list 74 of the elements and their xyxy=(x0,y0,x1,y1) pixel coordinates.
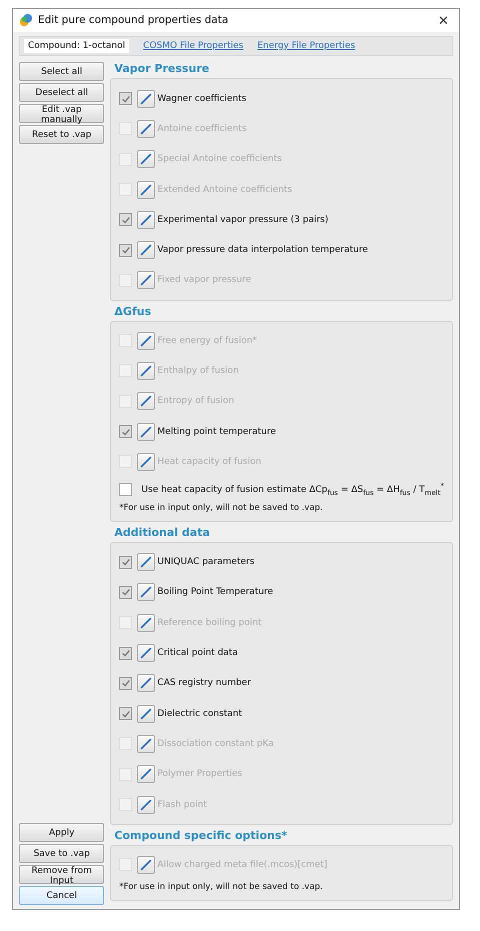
option-label: Dissociation constant pKa xyxy=(157,738,274,749)
compound-label: Compound: 1-octanol xyxy=(24,39,130,54)
option-label: Vapor pressure data interpolation temperature xyxy=(157,245,368,256)
side-button[interactable]: Remove from Input xyxy=(19,865,104,884)
section-title: Compound specific options* xyxy=(113,828,288,844)
side-button[interactable]: Edit .vap manually xyxy=(19,104,104,124)
edit-button[interactable] xyxy=(137,796,156,814)
checkbox[interactable] xyxy=(119,676,132,690)
checkbox[interactable] xyxy=(119,425,132,438)
option-label: Extended Antoine coefficients xyxy=(157,184,292,194)
checkbox[interactable] xyxy=(119,646,132,660)
edit-button[interactable] xyxy=(137,392,156,410)
edit-button[interactable] xyxy=(137,734,156,753)
option-label: Critical point data xyxy=(157,648,238,658)
option-label: Melting point temperature xyxy=(157,426,276,437)
edit-button[interactable] xyxy=(137,362,156,380)
edit-button[interactable] xyxy=(137,704,156,723)
checkbox[interactable] xyxy=(119,586,132,599)
section-title: Vapor Pressure xyxy=(113,62,210,78)
side-button[interactable]: Select all xyxy=(19,62,104,82)
link[interactable]: COSMO File Properties xyxy=(143,41,244,52)
side-button[interactable]: Reset to .vap xyxy=(19,125,104,144)
window-title: Edit pure compound properties data xyxy=(38,14,230,26)
option-label: Dielectric constant xyxy=(157,708,242,719)
section-title: Additional data xyxy=(113,526,210,542)
option-label: Free energy of fusion* xyxy=(157,336,257,346)
edit-button[interactable] xyxy=(137,422,156,441)
option-label: Entropy of fusion xyxy=(157,396,234,406)
link[interactable]: Energy File Properties xyxy=(257,41,356,52)
option-label: Reference boiling point xyxy=(157,618,262,628)
app-logo-icon xyxy=(19,13,33,28)
option-label: Allow charged meta file(.mcos)[cmet] xyxy=(157,860,328,870)
checkbox[interactable] xyxy=(119,556,132,569)
side-button[interactable]: Save to .vap xyxy=(19,844,104,863)
option-label: CAS registry number xyxy=(157,678,251,688)
note-text: *For use in input only, will not be saved to .vap. xyxy=(119,502,324,516)
edit-button[interactable] xyxy=(137,90,156,108)
option-label: Special Antoine coefficients xyxy=(157,154,282,164)
option-label: UNIQUAC parameters xyxy=(157,557,254,568)
checkbox[interactable] xyxy=(119,707,132,720)
edit-button[interactable] xyxy=(137,180,156,198)
checkbox[interactable] xyxy=(119,92,132,106)
edit-button[interactable] xyxy=(137,583,156,602)
option-label: Polymer Properties xyxy=(157,769,242,780)
edit-button[interactable] xyxy=(137,553,156,572)
option-label: Antoine coefficients xyxy=(157,124,247,134)
side-button[interactable]: Deselect all xyxy=(19,83,104,102)
option-label: Boiling Point Temperature xyxy=(157,587,274,598)
option-label: Wagner coefficients xyxy=(157,94,246,104)
edit-button[interactable] xyxy=(137,765,156,784)
option-label: Fixed vapor pressure xyxy=(157,275,252,286)
edit-button[interactable] xyxy=(137,674,156,692)
option-label: Flash point xyxy=(157,800,207,810)
edit-button[interactable] xyxy=(137,150,156,168)
option-label: Heat capacity of fusion xyxy=(157,456,262,467)
checkbox[interactable] xyxy=(119,482,132,496)
edit-button[interactable] xyxy=(137,271,156,290)
side-button[interactable]: Apply xyxy=(19,823,104,842)
edit-button[interactable] xyxy=(137,452,156,471)
option-label: Experimental vapor pressure (3 pairs) xyxy=(157,214,328,225)
edit-button[interactable] xyxy=(137,856,156,874)
side-button[interactable]: Cancel xyxy=(19,886,104,905)
checkbox[interactable] xyxy=(119,244,132,257)
note-text: *For use in input only, will not be saved to .vap. xyxy=(119,881,324,894)
section-title: ΔGfus xyxy=(113,304,152,320)
close-button[interactable]: ✕ xyxy=(434,12,453,28)
edit-button[interactable] xyxy=(137,332,156,350)
edit-button[interactable] xyxy=(137,614,156,632)
edit-button[interactable] xyxy=(137,210,156,229)
edit-button[interactable] xyxy=(137,241,156,260)
edit-button[interactable] xyxy=(137,120,156,138)
option-label: Enthalpy of fusion xyxy=(157,366,239,376)
edit-button[interactable] xyxy=(137,644,156,662)
checkbox[interactable] xyxy=(119,213,132,226)
